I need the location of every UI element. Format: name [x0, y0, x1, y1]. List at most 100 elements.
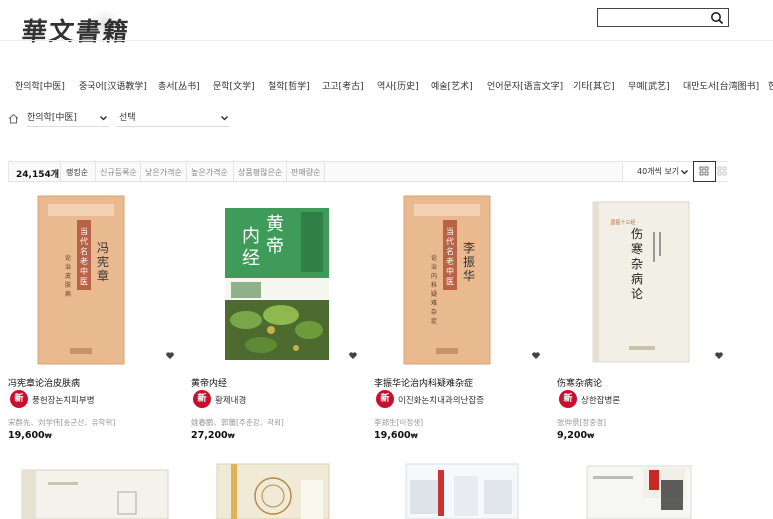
- category-item[interactable]: 무예[武艺]: [628, 79, 670, 92]
- product-author: 姚春鹏、郭蕾[주춘강、곽뢰]: [191, 418, 284, 427]
- sort-newest[interactable]: 신규등록순: [100, 167, 137, 178]
- product-image[interactable]: [8, 462, 182, 519]
- category-item[interactable]: 철학[哲学]: [268, 79, 310, 92]
- svg-text:病: 病: [65, 290, 71, 298]
- list-view-button[interactable]: [716, 162, 729, 181]
- product-price: 27,200₩: [191, 430, 235, 441]
- category-item[interactable]: 기타[其它]: [573, 79, 615, 92]
- product-author: 李郑生[이정생]: [374, 418, 424, 427]
- svg-text:治: 治: [431, 263, 437, 271]
- header-divider: [0, 40, 773, 41]
- price-value: 9,200: [557, 430, 588, 441]
- product-subtitle[interactable]: 이진화논치내과의난잡증: [398, 394, 484, 406]
- category-item[interactable]: 언어문자[语言文字]: [487, 79, 563, 92]
- product-title[interactable]: 黄帝内经: [191, 376, 227, 389]
- product-subtitle[interactable]: 풍헌장논치피부병: [32, 394, 95, 406]
- category-item[interactable]: 문학[文学]: [213, 79, 255, 92]
- svg-text:李: 李: [463, 240, 475, 255]
- search-box[interactable]: [597, 8, 729, 30]
- svg-text:名: 名: [80, 246, 88, 256]
- svg-text:章: 章: [97, 268, 109, 283]
- subcategory-select[interactable]: 선택: [116, 110, 230, 127]
- svg-text:治: 治: [65, 263, 71, 271]
- sort-price-low[interactable]: 낮은가격순: [145, 167, 182, 178]
- svg-text:医: 医: [446, 277, 454, 286]
- svg-text:老: 老: [80, 256, 88, 266]
- home-icon[interactable]: [8, 113, 19, 124]
- product-image[interactable]: [557, 462, 731, 519]
- svg-text:症: 症: [431, 317, 437, 325]
- product-price: 19,600₩: [374, 430, 418, 441]
- new-badge: 新: [10, 390, 28, 408]
- chevron-down-icon: [221, 116, 228, 121]
- svg-text:论: 论: [65, 254, 71, 262]
- category-item[interactable]: 고고[考古]: [322, 79, 364, 92]
- sort-most-reviews[interactable]: 상품평많은순: [238, 167, 282, 178]
- product-subtitle[interactable]: 상한잡병론: [581, 394, 620, 406]
- category-item[interactable]: 예술[艺术]: [431, 79, 473, 92]
- divider: [95, 162, 96, 181]
- product-image[interactable]: 国医十三经 伤 寒 杂 病 论: [557, 190, 731, 370]
- category-item[interactable]: 역사[历史]: [377, 79, 419, 92]
- svg-text:振: 振: [463, 255, 475, 269]
- divider: [233, 162, 234, 181]
- divider: [60, 162, 61, 181]
- grid-view-button[interactable]: [693, 161, 716, 182]
- book-cover: [216, 463, 330, 519]
- product-image[interactable]: [374, 462, 548, 519]
- svg-text:寒: 寒: [631, 241, 643, 256]
- category-item[interactable]: 대만도서[台湾图书]: [683, 79, 759, 92]
- subcategory-select-value: 선택: [119, 113, 136, 123]
- heart-icon[interactable]: [532, 352, 540, 359]
- price-value: 27,200: [191, 430, 228, 441]
- svg-text:疑: 疑: [431, 290, 437, 298]
- category-item[interactable]: 총서[丛书]: [158, 79, 200, 92]
- product-title[interactable]: 李振华论治内科疑难杂症: [374, 376, 473, 389]
- new-badge: 新: [559, 390, 577, 408]
- search-icon[interactable]: [710, 11, 724, 25]
- heart-icon[interactable]: [349, 352, 357, 359]
- book-cover: 当 代 名 老 中 医 冯 宪 章 论 治 皮 肤 病: [37, 195, 125, 365]
- svg-text:代: 代: [446, 236, 454, 246]
- svg-text:内: 内: [431, 272, 437, 280]
- product-image[interactable]: 当 代 名 老 中 医 冯 宪 章 论 治 皮 肤 病: [8, 190, 182, 370]
- sort-price-high[interactable]: 높은가격순: [191, 167, 228, 178]
- svg-text:老: 老: [446, 256, 454, 266]
- items-per-page-value: 40개씩 보기: [637, 167, 680, 176]
- product-title[interactable]: 冯宪章论治皮肤病: [8, 376, 80, 389]
- new-badge: 新: [193, 390, 211, 408]
- heart-icon[interactable]: [166, 352, 174, 359]
- sort-ranking[interactable]: 랭킹순: [66, 167, 88, 178]
- svg-text:病: 病: [631, 271, 643, 286]
- product-subtitle[interactable]: 황제내경: [215, 394, 246, 406]
- svg-text:论: 论: [631, 287, 643, 301]
- svg-text:医: 医: [80, 277, 88, 286]
- chevron-down-icon: [100, 116, 107, 121]
- divider: [140, 162, 141, 181]
- currency-symbol: ₩: [44, 432, 52, 440]
- category-item[interactable]: 한: [768, 79, 773, 92]
- category-item[interactable]: 한의학[中医]: [15, 79, 65, 92]
- divider: [186, 162, 187, 181]
- book-cover: 国医十三经 伤 寒 杂 病 论: [592, 201, 690, 363]
- svg-text:当: 当: [80, 226, 88, 236]
- svg-text:皮: 皮: [65, 272, 71, 280]
- currency-symbol: ₩: [587, 432, 595, 440]
- product-title[interactable]: 伤寒杂病论: [557, 376, 602, 389]
- heart-icon[interactable]: [715, 352, 723, 359]
- new-badge: 新: [376, 390, 394, 408]
- page: 華文書籍 한의학[中医] 중국어[汉语教学] 총서[丛书] 문학[文学] 철학[…: [0, 0, 773, 519]
- sort-sales[interactable]: 판매량순: [291, 167, 320, 178]
- svg-text:难: 难: [431, 299, 437, 307]
- product-image[interactable]: 当 代 名 老 中 医 李 振 华 论 治 内 科 疑 难 杂 症: [374, 190, 548, 370]
- search-input[interactable]: [598, 13, 706, 30]
- product-image[interactable]: [191, 462, 365, 519]
- items-per-page-select[interactable]: 40개씩 보기: [622, 162, 693, 181]
- book-cover: 内 经 黄 帝: [225, 208, 329, 360]
- category-item[interactable]: 중국어[汉语教学]: [79, 79, 147, 92]
- svg-text:杂: 杂: [631, 257, 643, 271]
- svg-text:经: 经: [242, 248, 260, 269]
- product-image[interactable]: 内 经 黄 帝: [191, 190, 365, 370]
- category-select[interactable]: 한의학[中医]: [27, 110, 109, 127]
- svg-text:肤: 肤: [65, 281, 71, 289]
